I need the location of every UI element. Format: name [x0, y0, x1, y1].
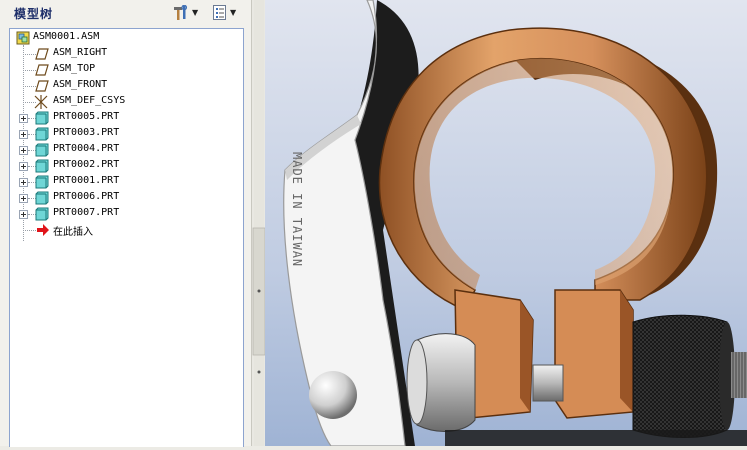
- settings-dropdown-button[interactable]: ▼: [172, 4, 198, 21]
- tree-item-part[interactable]: PRT0004.PRT: [10, 142, 240, 158]
- pivot-ball: [309, 371, 357, 419]
- tree-item-label: PRT0001.PRT: [53, 175, 120, 186]
- tree-item-part[interactable]: PRT0002.PRT: [10, 158, 240, 174]
- tree-item-label: PRT0006.PRT: [53, 191, 120, 202]
- tree-item-label: PRT0005.PRT: [53, 111, 120, 122]
- datum-plane-icon: [35, 48, 49, 60]
- tree-item-label: ASM_RIGHT: [53, 47, 108, 58]
- tree-item-part[interactable]: PRT0005.PRT: [10, 110, 240, 126]
- tree-list-options-icon: [213, 5, 226, 20]
- chevron-down-icon: ▼: [192, 8, 199, 17]
- panel-title: 模型树: [14, 7, 54, 21]
- tree-item-label: PRT0004.PRT: [53, 143, 120, 154]
- coordinate-system-icon: [34, 95, 48, 109]
- graphics-viewport[interactable]: MADE IN TAIWAN: [265, 0, 747, 446]
- datum-plane-icon: [35, 64, 49, 76]
- tree-item-asm-right[interactable]: ASM_RIGHT: [10, 46, 240, 62]
- tree-item-label: PRT0003.PRT: [53, 127, 120, 138]
- tree-item-label: PRT0002.PRT: [53, 159, 120, 170]
- expand-icon[interactable]: [19, 114, 28, 123]
- assembly-icon: [16, 31, 30, 45]
- tree-item-asm-top[interactable]: ASM_TOP: [10, 62, 240, 78]
- lever-engraving: MADE IN TAIWAN: [290, 152, 304, 267]
- tree-item-insert-here[interactable]: 在此插入: [10, 222, 240, 238]
- svg-text:MADE IN TAIWAN: MADE IN TAIWAN: [290, 152, 304, 267]
- part-icon: [35, 127, 49, 141]
- part-icon: [35, 207, 49, 221]
- expand-icon[interactable]: [19, 162, 28, 171]
- expand-icon[interactable]: [19, 210, 28, 219]
- tree-item-part[interactable]: PRT0007.PRT: [10, 206, 240, 222]
- expand-icon[interactable]: [19, 130, 28, 139]
- tree-item-label: 在此插入: [53, 227, 93, 238]
- knurled-knob: [632, 314, 728, 438]
- tree-item-label: ASM_FRONT: [53, 79, 108, 90]
- tree-item-part[interactable]: PRT0003.PRT: [10, 126, 240, 142]
- insert-arrow-icon: [37, 224, 49, 236]
- panel-splitter[interactable]: [251, 0, 266, 446]
- tree-item-part[interactable]: PRT0001.PRT: [10, 174, 240, 190]
- tree-item-label: PRT0007.PRT: [53, 207, 120, 218]
- show-dropdown-button[interactable]: ▼: [212, 4, 236, 21]
- tree-item-asm-front[interactable]: ASM_FRONT: [10, 78, 240, 94]
- model-tree: ASM0001.ASM ASM_RIGHT ASM_TOP ASM_FRONT: [9, 28, 244, 447]
- hammer-wrench-settings-icon: [174, 4, 188, 20]
- model-tree-panel: 模型树 ▼ ▼ ASM0001.ASM ASM_RIGHT ASM_TOP AS…: [0, 0, 251, 447]
- clamp-model: MADE IN TAIWAN: [265, 0, 747, 446]
- chevron-down-icon: ▼: [230, 8, 237, 17]
- expand-icon[interactable]: [19, 178, 28, 187]
- part-icon: [35, 111, 49, 125]
- datum-plane-icon: [35, 80, 49, 92]
- part-icon: [35, 159, 49, 173]
- tree-item-label: ASM_TOP: [53, 63, 96, 74]
- expand-icon[interactable]: [19, 194, 28, 203]
- part-icon: [35, 175, 49, 189]
- tree-item-label: ASM_DEF_CSYS: [53, 95, 126, 106]
- part-icon: [35, 191, 49, 205]
- model-tree-header: 模型树 ▼ ▼: [0, 0, 251, 26]
- part-icon: [35, 143, 49, 157]
- expand-icon[interactable]: [19, 146, 28, 155]
- tree-root-assembly[interactable]: ASM0001.ASM: [10, 30, 240, 46]
- tree-item-part[interactable]: PRT0006.PRT: [10, 190, 240, 206]
- tree-item-label: ASM0001.ASM: [33, 31, 100, 42]
- tree-item-asm-def-csys[interactable]: ASM_DEF_CSYS: [10, 94, 240, 110]
